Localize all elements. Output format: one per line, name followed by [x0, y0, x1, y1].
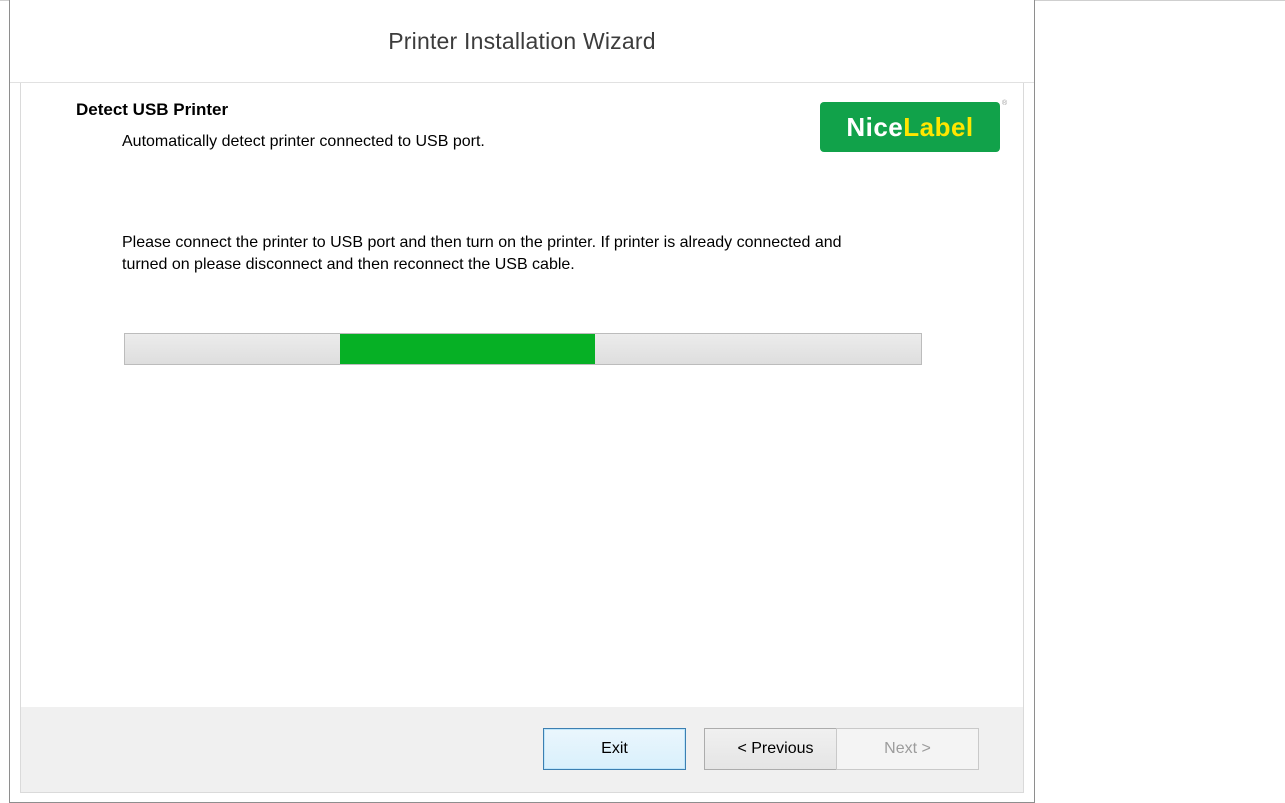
- step-subtitle: Automatically detect printer connected t…: [122, 133, 485, 150]
- exit-button[interactable]: Exit: [543, 728, 686, 770]
- progress-marquee-segment: [339, 334, 595, 364]
- wizard-content: Detect USB Printer Automatically detect …: [20, 83, 1024, 793]
- next-button[interactable]: Next >: [836, 728, 979, 770]
- instruction-text: Please connect the printer to USB port a…: [122, 234, 842, 273]
- detection-progress-bar: [124, 333, 922, 365]
- step-title: Detect USB Printer: [76, 100, 229, 119]
- logo-text-label: Label: [903, 112, 974, 142]
- button-bar: Exit < Previous Next >: [21, 707, 1023, 792]
- registered-mark: ®: [1002, 100, 1008, 107]
- wizard-dialog: Printer Installation Wizard Detect USB P…: [9, 0, 1035, 803]
- title-bar[interactable]: Printer Installation Wizard: [10, 0, 1034, 83]
- window-title: Printer Installation Wizard: [388, 28, 656, 54]
- nicelabel-logo: NiceLabel: [820, 102, 1000, 152]
- logo-text-nice: Nice: [846, 112, 904, 142]
- previous-button[interactable]: < Previous: [704, 728, 847, 770]
